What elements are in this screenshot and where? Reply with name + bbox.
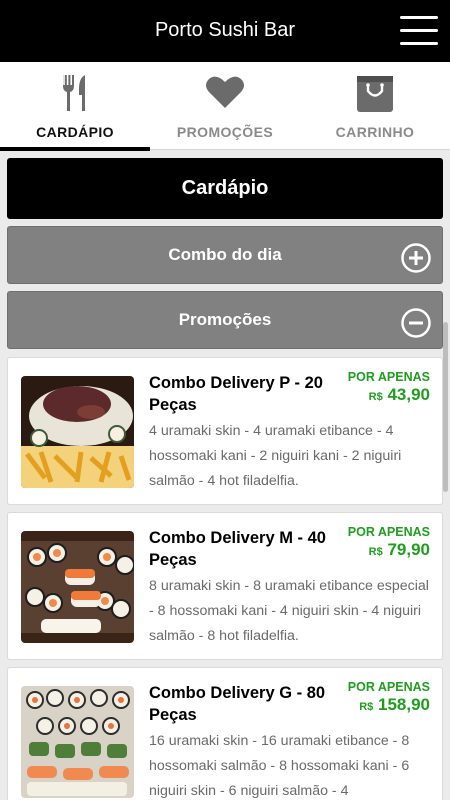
plus-circle-icon[interactable]	[401, 240, 431, 273]
menu-header: Cardápio	[7, 158, 443, 219]
app-header: Porto Sushi Bar	[0, 0, 450, 62]
shopping-bag-icon	[355, 74, 395, 119]
price-tag: POR APENAS	[347, 680, 430, 694]
tab-bar: CARDÁPIO PROMOÇÕES CARRINHO	[0, 62, 450, 151]
product-image	[21, 531, 134, 643]
tab-label: CARDÁPIO	[36, 124, 114, 140]
product-card[interactable]: Combo Delivery M - 40 Peças POR APENAS R…	[7, 512, 443, 660]
product-name: Combo Delivery M - 40 Peças	[149, 529, 326, 569]
app-title: Porto Sushi Bar	[154, 19, 296, 41]
fork-knife-icon	[61, 74, 89, 117]
tab-promocoes[interactable]: PROMOÇÕES	[150, 62, 300, 150]
price-value: 79,90	[387, 540, 430, 559]
heart-icon	[205, 74, 245, 115]
tab-label: PROMOÇÕES	[176, 124, 274, 140]
product-name: Combo Delivery P - 20 Peças	[149, 374, 323, 414]
product-name: Combo Delivery G - 80 Peças	[149, 684, 326, 724]
tab-carrinho[interactable]: CARRINHO	[300, 62, 450, 150]
section-promocoes[interactable]: Promoções	[7, 291, 443, 349]
product-description: 8 uramaki skin - 8 uramaki etibance espe…	[149, 578, 429, 644]
price-tag: POR APENAS	[347, 525, 430, 539]
tab-label: CARRINHO	[335, 124, 415, 140]
product-image	[21, 376, 134, 488]
product-card[interactable]: Combo Delivery G - 80 Peças POR APENAS R…	[7, 667, 443, 800]
currency-label: R$	[368, 391, 383, 403]
section-label: Combo do dia	[168, 245, 282, 264]
price-value: 43,90	[387, 385, 430, 404]
product-description: 4 uramaki skin - 4 uramaki etibance - 4 …	[149, 423, 402, 489]
section-label: Promoções	[178, 310, 272, 329]
currency-label: R$	[368, 546, 383, 558]
menu-content: Cardápio Combo do dia Promoções Combo De…	[0, 150, 450, 800]
product-description: 16 uramaki skin - 16 uramaki etibance - …	[149, 733, 410, 799]
price-tag: POR APENAS	[347, 370, 430, 384]
hamburger-menu-icon[interactable]	[400, 16, 438, 46]
scrollbar-thumb[interactable]	[443, 322, 448, 492]
product-price: R$ 79,90	[369, 540, 430, 560]
section-combo-do-dia[interactable]: Combo do dia	[7, 226, 443, 284]
tab-cardapio[interactable]: CARDÁPIO	[0, 62, 150, 151]
product-image	[21, 686, 134, 798]
product-price: R$ 43,90	[369, 385, 430, 405]
minus-circle-icon[interactable]	[401, 305, 431, 338]
product-price: R$ 158,90	[359, 695, 430, 715]
currency-label: R$	[359, 701, 374, 713]
price-value: 158,90	[378, 695, 430, 714]
product-card[interactable]: Combo Delivery P - 20 Peças POR APENAS R…	[7, 357, 443, 505]
